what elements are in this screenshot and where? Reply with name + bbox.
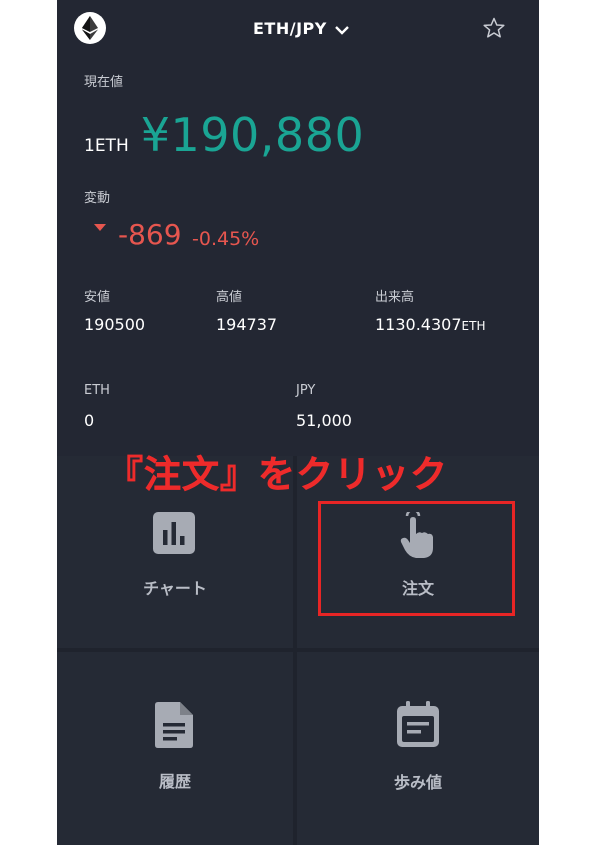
current-price-row: 1ETH ¥190,880 — [84, 108, 364, 162]
document-icon — [155, 702, 193, 752]
calendar-icon — [397, 701, 439, 751]
current-price-label: 現在値 — [84, 75, 124, 90]
chevron-down-icon — [334, 20, 349, 39]
price-unit: 1ETH — [84, 136, 129, 156]
jpy-balance-value: 51,000 — [296, 411, 352, 430]
high-label: 高値 — [216, 290, 243, 305]
volume-value: 1130.4307 — [375, 315, 462, 334]
annotation-highlight-box — [318, 501, 515, 616]
high-value: 194737 — [216, 315, 278, 334]
annotation-caption: 『注文』をクリック — [106, 453, 448, 497]
chart-label: チャート — [143, 579, 207, 598]
eth-balance-label: ETH — [84, 383, 110, 398]
pair-selector[interactable]: ETH/JPY — [253, 16, 349, 40]
current-price-value: ¥190,880 — [140, 108, 365, 162]
pair-label: ETH/JPY — [253, 18, 327, 38]
history-button[interactable]: 履歴 — [57, 652, 293, 845]
change-amount: -869 — [118, 218, 182, 251]
jpy-balance-label: JPY — [296, 383, 316, 398]
triangle-down-icon — [93, 218, 107, 237]
eth-balance-value: 0 — [84, 411, 95, 430]
change-percent: -0.45% — [192, 228, 260, 250]
trades-label: 歩み値 — [393, 773, 442, 792]
header-bar: ETH/JPY — [57, 0, 539, 58]
low-label: 安値 — [84, 290, 111, 305]
trades-button[interactable]: 歩み値 — [297, 652, 539, 845]
change-label: 変動 — [84, 191, 111, 206]
low-value: 190500 — [84, 315, 146, 334]
volume-field: 1130.4307ETH — [375, 315, 485, 334]
history-label: 履歴 — [158, 772, 191, 791]
bar-chart-icon — [153, 512, 195, 558]
volume-unit: ETH — [461, 319, 486, 333]
app-screen: ETH/JPY 現在値 1ETH ¥190,880 変動 -869 -0.45%… — [57, 0, 539, 845]
volume-label: 出来高 — [375, 290, 415, 305]
star-outline-icon[interactable] — [482, 16, 506, 40]
ethereum-logo-icon — [74, 12, 106, 44]
